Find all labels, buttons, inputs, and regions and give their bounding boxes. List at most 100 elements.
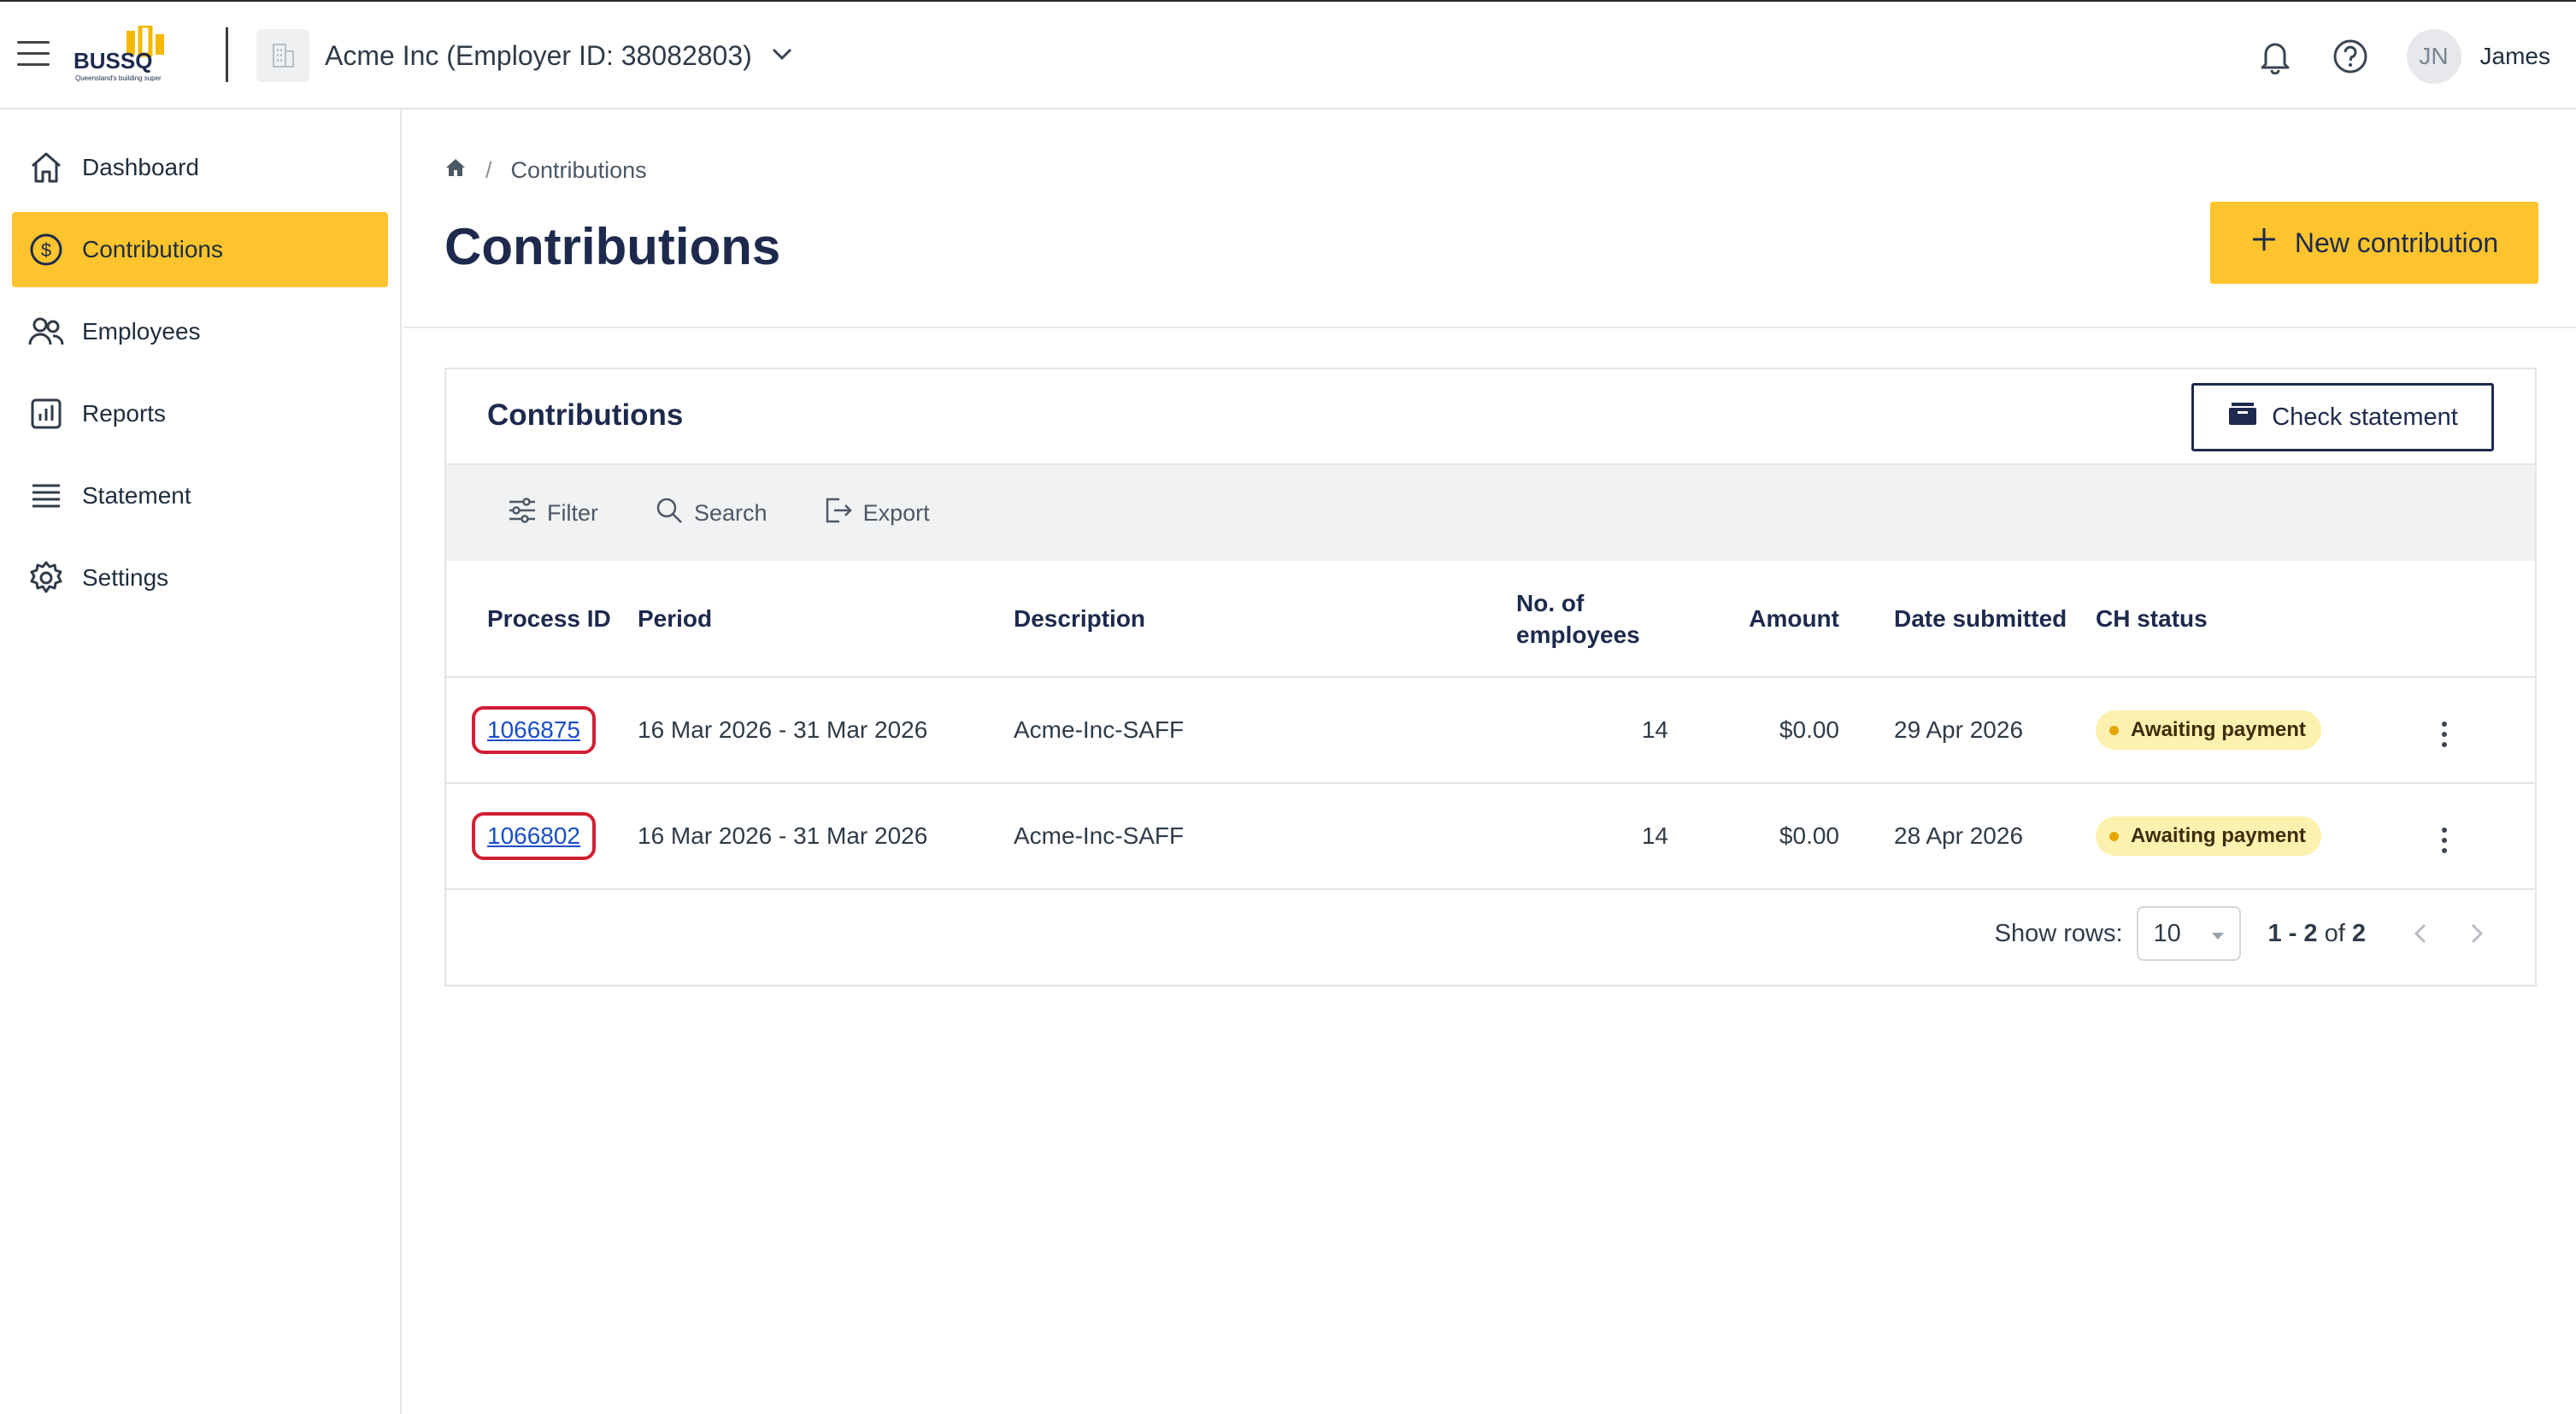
cell-ch-status: Awaiting payment [2096,677,2386,784]
bussq-logo[interactable]: BUSSQ Queensland's building super [72,23,200,85]
status-badge: Awaiting payment [2096,816,2321,856]
export-icon [824,496,853,531]
prev-page-icon[interactable] [2403,916,2438,951]
wallet-icon [2227,401,2258,433]
dollar-circle-icon: $ [27,231,65,268]
chevron-down-icon [771,47,793,65]
filter-button[interactable]: Filter [508,497,598,529]
user-name[interactable]: James [2480,43,2550,70]
table-row: 1066802 16 Mar 2026 - 31 Mar 2026 Acme-I… [446,783,2535,890]
process-id-highlight: 1066802 [472,812,597,860]
status-dot-icon [2109,725,2119,735]
cell-description: Acme-Inc-SAFF [1014,783,1492,890]
col-employees[interactable]: No. of employees [1492,561,1668,678]
sidebar-item-label: Contributions [82,236,223,262]
col-process-id[interactable]: Process ID [446,561,638,678]
search-icon [655,496,684,531]
card-title: Contributions [487,398,684,432]
home-icon[interactable] [444,157,467,184]
contributions-card: Contributions Check statement Filter Sea… [444,368,2537,987]
search-button[interactable]: Search [655,496,768,531]
col-description[interactable]: Description [1014,561,1492,678]
breadcrumb: / Contributions [444,157,647,184]
bell-icon[interactable] [2256,38,2294,75]
check-statement-label: Check statement [2272,403,2458,431]
more-options-icon[interactable] [2427,820,2461,861]
avatar[interactable]: JN [2406,29,2461,84]
header-divider [226,27,228,82]
rows-per-page-value: 10 [2153,919,2181,947]
cell-date-submitted: 29 Apr 2026 [1839,677,2096,784]
help-icon[interactable] [2332,38,2369,75]
menu-icon[interactable] [17,41,50,67]
cell-process-id: 1066802 [446,783,638,890]
cell-period: 16 Mar 2026 - 31 Mar 2026 [638,783,1014,890]
rows-per-page-select[interactable]: 10 [2136,906,2241,961]
status-badge: Awaiting payment [2096,710,2321,750]
gear-icon [27,559,65,597]
main-content: / Contributions Contributions New contri… [403,109,2576,1414]
header-actions: JN James [2256,26,2550,87]
new-contribution-button[interactable]: New contribution [2210,202,2538,284]
employer-switcher[interactable]: Acme Inc (Employer ID: 38082803) [256,29,793,82]
new-contribution-label: New contribution [2294,227,2499,258]
col-date-submitted[interactable]: Date submitted [1839,561,2096,678]
process-id-link[interactable]: 1066875 [487,716,580,743]
cell-date-submitted: 28 Apr 2026 [1839,783,2096,890]
search-label: Search [694,499,768,526]
bar-chart-icon [27,395,65,433]
col-amount[interactable]: Amount [1668,561,1839,678]
sidebar-item-statement[interactable]: Statement [12,458,388,533]
table-toolbar: Filter Search Export [446,465,2535,561]
cell-description: Acme-Inc-SAFF [1014,677,1492,784]
app-root: BUSSQ Queensland's building super Acme I… [0,0,2576,1414]
breadcrumb-current: Contributions [510,157,647,183]
col-period[interactable]: Period [638,561,1014,678]
logo-text: BUSSQ [74,48,152,74]
sidebar-item-settings[interactable]: Settings [12,540,388,616]
page-header: / Contributions Contributions New contri… [403,109,2576,328]
status-badge-label: Awaiting payment [2131,824,2306,847]
svg-text:$: $ [41,239,51,261]
col-ch-status[interactable]: CH status [2096,561,2386,678]
cell-process-id: 1066875 [446,677,638,784]
export-label: Export [862,499,930,526]
sidebar-item-label: Dashboard [82,154,199,180]
sidebar: Dashboard $ Contributions Employees Repo… [0,109,402,1414]
card-header: Contributions Check statement [446,369,2535,465]
cell-amount: $0.00 [1668,677,1839,784]
col-employees-line1: No. of [1516,589,1585,616]
sidebar-item-label: Statement [82,482,191,509]
process-id-link[interactable]: 1066802 [487,822,580,849]
cell-period: 16 Mar 2026 - 31 Mar 2026 [638,677,1014,784]
people-icon [27,313,65,351]
sidebar-item-reports[interactable]: Reports [12,376,388,451]
table-row: 1066875 16 Mar 2026 - 31 Mar 2026 Acme-I… [446,677,2535,784]
sidebar-item-label: Settings [82,564,169,591]
cell-employees: 14 [1492,677,1668,784]
caret-down-icon [2210,920,2226,948]
cell-actions [2386,677,2535,784]
contributions-table: Process ID Period Description No. of emp… [446,561,2535,890]
more-options-icon[interactable] [2427,714,2461,755]
col-employees-line2: employees [1516,621,1640,648]
page-range: 1 - 2 of 2 [2267,919,2366,947]
export-button[interactable]: Export [824,496,930,531]
cell-employees: 14 [1492,783,1668,890]
home-icon [27,149,65,186]
sidebar-item-dashboard[interactable]: Dashboard [12,130,388,205]
sidebar-item-contributions[interactable]: $ Contributions [12,212,388,287]
list-icon [27,477,65,515]
page-title: Contributions [444,218,781,275]
status-dot-icon [2109,831,2119,841]
pagination: Show rows: 10 1 - 2 of 2 [1995,906,2494,961]
cell-amount: $0.00 [1668,783,1839,890]
next-page-icon[interactable] [2460,916,2494,951]
table-header-row: Process ID Period Description No. of emp… [446,561,2535,678]
filter-label: Filter [547,499,598,526]
col-actions [2386,561,2535,678]
sidebar-item-employees[interactable]: Employees [12,294,388,369]
check-statement-button[interactable]: Check statement [2191,383,2494,451]
sidebar-item-label: Reports [82,400,167,427]
plus-icon [2250,226,2278,260]
